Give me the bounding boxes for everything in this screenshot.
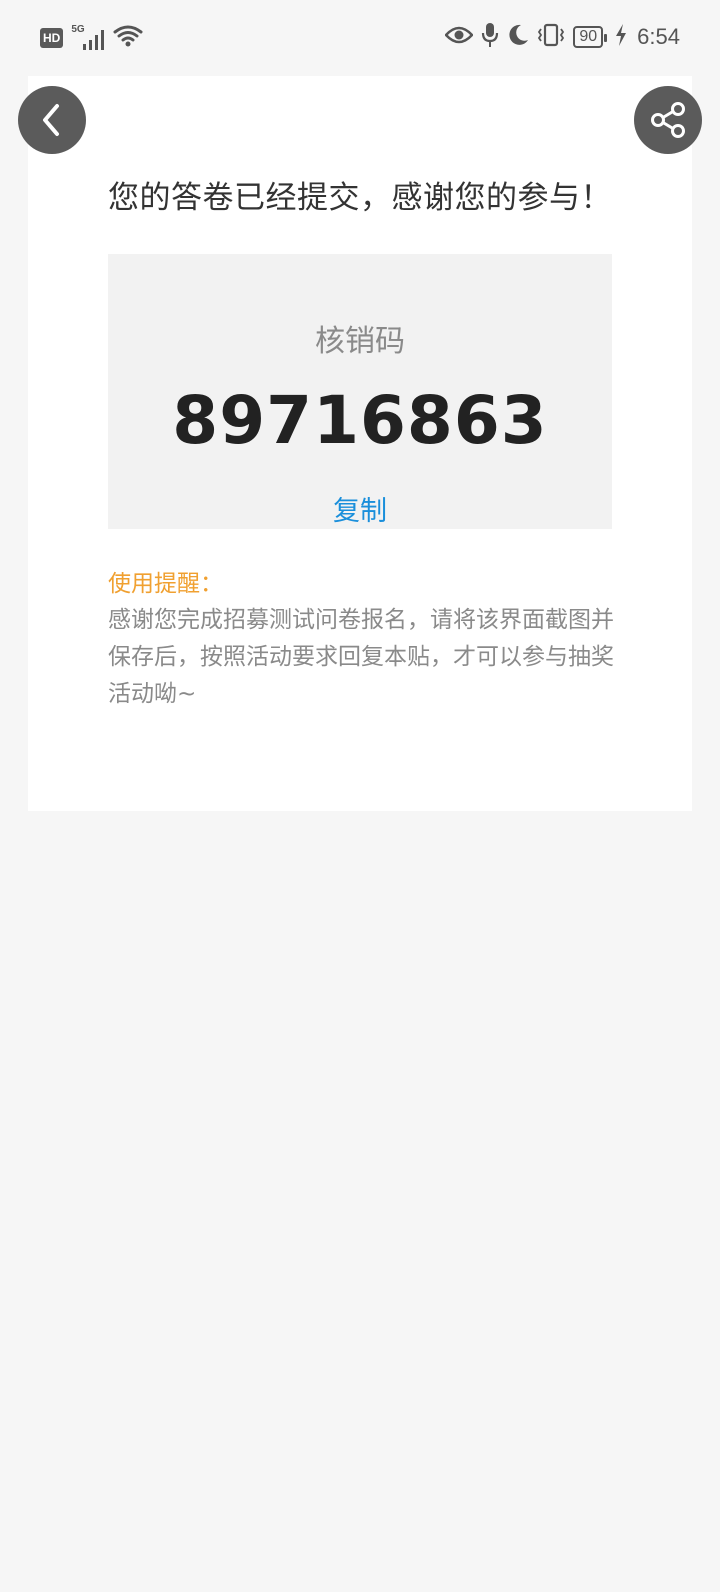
code-label: 核销码 (315, 324, 405, 359)
status-bar-left: HD 5G (40, 24, 143, 52)
signal-icon: 5G (71, 24, 105, 50)
copy-button[interactable]: 复制 (108, 489, 612, 528)
chevron-left-icon (43, 104, 59, 136)
status-bar-right: 90 6:54 (444, 22, 680, 52)
vibrate-icon (537, 23, 565, 51)
submission-headline: 您的答卷已经提交，感谢您的参与！ (108, 180, 612, 216)
reminder-title: 使用提醒： (108, 571, 223, 597)
eye-icon (444, 25, 475, 49)
back-button[interactable] (18, 86, 86, 154)
status-bar: HD 5G 90 6:54 (0, 0, 720, 74)
reminder-body: 感谢您完成招募测试问卷报名，请将该界面截图并保存后，按照活动要求回复本贴，才可以… (108, 607, 614, 707)
battery-indicator: 90 (573, 26, 607, 48)
verification-code: 89716863 (172, 382, 548, 459)
clock: 6:54 (637, 24, 680, 49)
share-button[interactable] (634, 86, 702, 154)
charging-icon (615, 24, 627, 50)
hd-badge: HD (40, 28, 64, 48)
microphone-icon (481, 22, 499, 52)
verification-code-box: 核销码 89716863 复制 (108, 254, 612, 529)
moon-icon (507, 23, 529, 51)
wifi-icon (113, 24, 143, 52)
share-icon (651, 102, 685, 138)
